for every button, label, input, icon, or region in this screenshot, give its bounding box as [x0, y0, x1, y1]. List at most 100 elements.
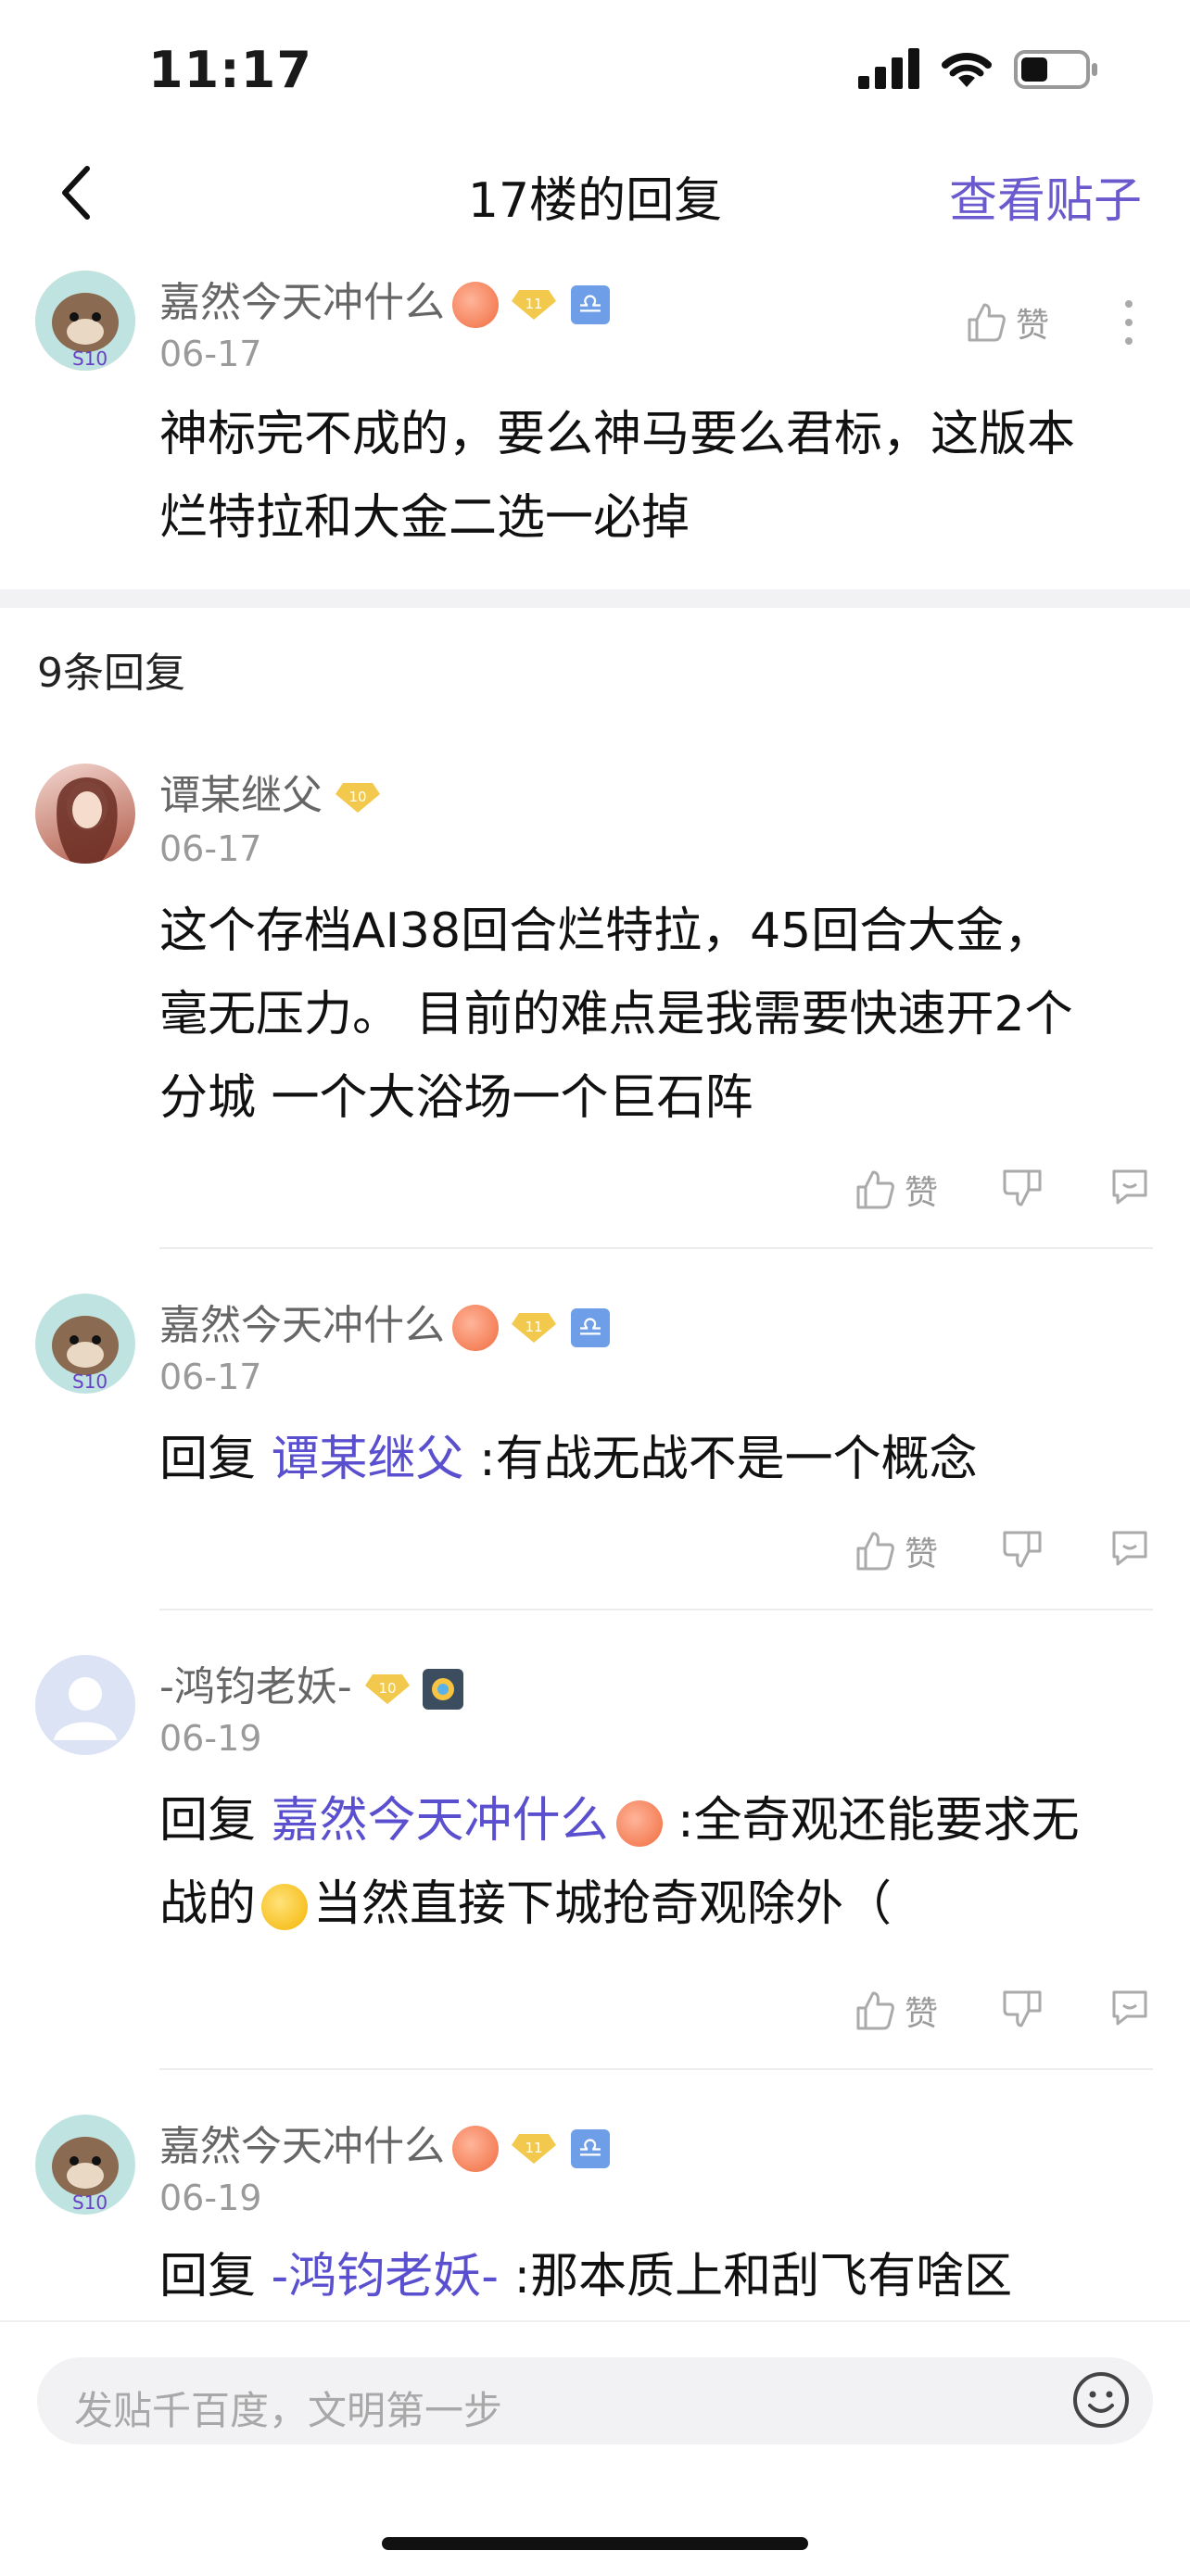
svg-text:S10: S10 — [72, 2191, 108, 2214]
like-button[interactable]: 赞 — [853, 1987, 938, 2035]
reply-divider — [159, 2068, 1153, 2070]
thumbs-down-icon[interactable] — [1001, 1527, 1044, 1570]
peach-emoji-icon — [452, 2126, 499, 2172]
reply-date: 06-19 — [159, 2178, 262, 2218]
reply-text-line: 分城 一个大浴场一个巨石阵 — [159, 1070, 753, 1126]
reply-text: 当然直接下城抢奇观除外（ — [313, 1876, 892, 1932]
reply-author[interactable]: 嘉然今天冲什么 11 ♎ — [159, 2113, 610, 2172]
comment-icon[interactable] — [1108, 1527, 1151, 1570]
reply-text: :有战无战不是一个概念 — [463, 1432, 978, 1487]
username[interactable]: 谭某继父 — [159, 772, 323, 819]
like-button[interactable]: 赞 — [853, 1166, 938, 1214]
cellular-signal-icon — [858, 48, 919, 89]
username[interactable]: 嘉然今天冲什么 — [159, 279, 445, 326]
reply-count: 9条回复 — [37, 650, 185, 697]
libra-badge-icon: ♎ — [571, 1308, 610, 1347]
input-placeholder: 发贴千百度，文明第一步 — [74, 2388, 503, 2433]
battery-icon — [1014, 50, 1097, 89]
peach-emoji-icon — [452, 282, 499, 328]
reply-text-line: 战的 当然直接下城抢奇观除外（ — [159, 1863, 1160, 1946]
level-badge-icon: 11 — [512, 1313, 556, 1343]
like-label: 赞 — [905, 1535, 939, 1573]
reply-prefix: 回复 — [159, 1432, 272, 1487]
level-badge-icon: 11 — [512, 290, 556, 320]
reply-author[interactable]: -鸿钧老妖- 10 — [159, 1653, 463, 1712]
svg-text:11: 11 — [525, 1319, 542, 1335]
thumbs-up-icon — [856, 1170, 894, 1209]
status-time: 11:17 — [148, 41, 312, 99]
more-options-icon[interactable] — [1120, 298, 1138, 347]
default-user-icon — [35, 1655, 135, 1755]
avatar[interactable] — [35, 1655, 135, 1755]
reply-date: 06-17 — [159, 828, 262, 869]
post-author[interactable]: 嘉然今天冲什么 11 ♎ — [159, 269, 610, 328]
like-label: 赞 — [905, 1995, 939, 2033]
avatar[interactable]: S10 — [35, 271, 135, 371]
reply-body: 这个存档AI38回合烂特拉，45回合大金， 毫无压力。 目前的难点是我需要快速开… — [159, 890, 1160, 1140]
like-label: 赞 — [1016, 307, 1050, 345]
post-text-line: 神标完不成的，要么神马要么君标，这版本 — [159, 407, 1076, 462]
peach-emoji-icon — [615, 1800, 663, 1847]
level-badge-icon: 10 — [364, 1674, 410, 1704]
reply-body: 回复 嘉然今天冲什么 :全奇观还能要求无 战的 当然直接下城抢奇观除外（ — [159, 1779, 1160, 1946]
reply-text-line: 这个存档AI38回合烂特拉，45回合大金， — [159, 903, 1053, 959]
reply-text: :那本质上和刮飞有啥区 — [499, 2249, 1013, 2305]
reply-text-line: 回复 嘉然今天冲什么 :全奇观还能要求无 — [159, 1779, 1160, 1863]
reply-author[interactable]: 谭某继父 10 — [159, 762, 382, 821]
section-divider — [0, 589, 1190, 608]
libra-badge-icon: ♎ — [571, 285, 610, 324]
username[interactable]: -鸿钧老妖- — [159, 1663, 352, 1711]
svg-text:S10: S10 — [72, 1370, 108, 1393]
comment-icon[interactable] — [1108, 1987, 1151, 2029]
thumbs-up-icon — [968, 303, 1006, 342]
reply-date: 06-17 — [159, 1357, 262, 1397]
reply-text-line: 毫无压力。 目前的难点是我需要快速开2个 — [159, 987, 1073, 1042]
gear-badge-icon — [422, 1669, 463, 1710]
mention-link[interactable]: 嘉然今天冲什么 — [272, 1793, 609, 1849]
thumbs-up-icon — [856, 1991, 894, 2030]
reply-prefix: 回复 — [159, 1793, 272, 1849]
otter-avatar-icon: S10 — [35, 271, 135, 371]
level-badge-icon: 10 — [335, 783, 380, 813]
like-button[interactable]: 赞 — [853, 1527, 938, 1575]
comment-icon[interactable] — [1108, 1166, 1151, 1208]
svg-text:S10: S10 — [72, 347, 108, 370]
reply-author[interactable]: 嘉然今天冲什么 11 ♎ — [159, 1292, 610, 1351]
post-body: 神标完不成的，要么神马要么君标，这版本 烂特拉和大金二选一必掉 — [159, 393, 1160, 560]
mention-link[interactable]: 谭某继父 — [272, 1432, 464, 1487]
avatar[interactable]: S10 — [35, 2115, 135, 2215]
like-button[interactable]: 赞 — [964, 298, 1049, 347]
otter-avatar-icon: S10 — [35, 2115, 135, 2215]
emoji-picker-icon[interactable] — [1071, 2370, 1131, 2430]
reply-date: 06-19 — [159, 1718, 262, 1759]
reply-body: 回复 -鸿钧老妖- :那本质上和刮飞有啥区 — [159, 2235, 1160, 2318]
reply-body: 回复 谭某继父 :有战无战不是一个概念 — [159, 1418, 1160, 1501]
username[interactable]: 嘉然今天冲什么 — [159, 1302, 445, 1349]
reply-prefix: 回复 — [159, 2249, 272, 2305]
like-label: 赞 — [905, 1174, 939, 1212]
peach-emoji-icon — [452, 1305, 499, 1351]
thumbs-down-icon[interactable] — [1001, 1987, 1044, 2029]
libra-badge-icon: ♎ — [571, 2129, 610, 2168]
mention-link[interactable]: -鸿钧老妖- — [272, 2249, 500, 2305]
svg-text:11: 11 — [525, 2140, 542, 2156]
avatar[interactable]: S10 — [35, 1294, 135, 1394]
reply-text: :全奇观还能要求无 — [662, 1793, 1080, 1849]
avatar[interactable] — [35, 764, 135, 864]
user-photo-icon — [57, 777, 118, 864]
otter-avatar-icon: S10 — [35, 1294, 135, 1394]
post-text-line: 烂特拉和大金二选一必掉 — [159, 490, 690, 546]
wifi-icon — [942, 53, 992, 87]
svg-text:11: 11 — [525, 296, 542, 312]
level-badge-icon: 11 — [512, 2134, 556, 2164]
home-indicator — [382, 2537, 808, 2550]
thinking-emoji-icon — [261, 1884, 309, 1930]
thumbs-up-icon — [856, 1532, 894, 1571]
svg-text:10: 10 — [378, 1680, 396, 1697]
reply-divider — [159, 1247, 1153, 1249]
thumbs-down-icon[interactable] — [1001, 1166, 1044, 1208]
post-date: 06-17 — [159, 334, 262, 374]
username[interactable]: 嘉然今天冲什么 — [159, 2123, 445, 2170]
svg-text:10: 10 — [348, 789, 366, 805]
view-post-link[interactable]: 查看贴子 — [949, 161, 1142, 231]
